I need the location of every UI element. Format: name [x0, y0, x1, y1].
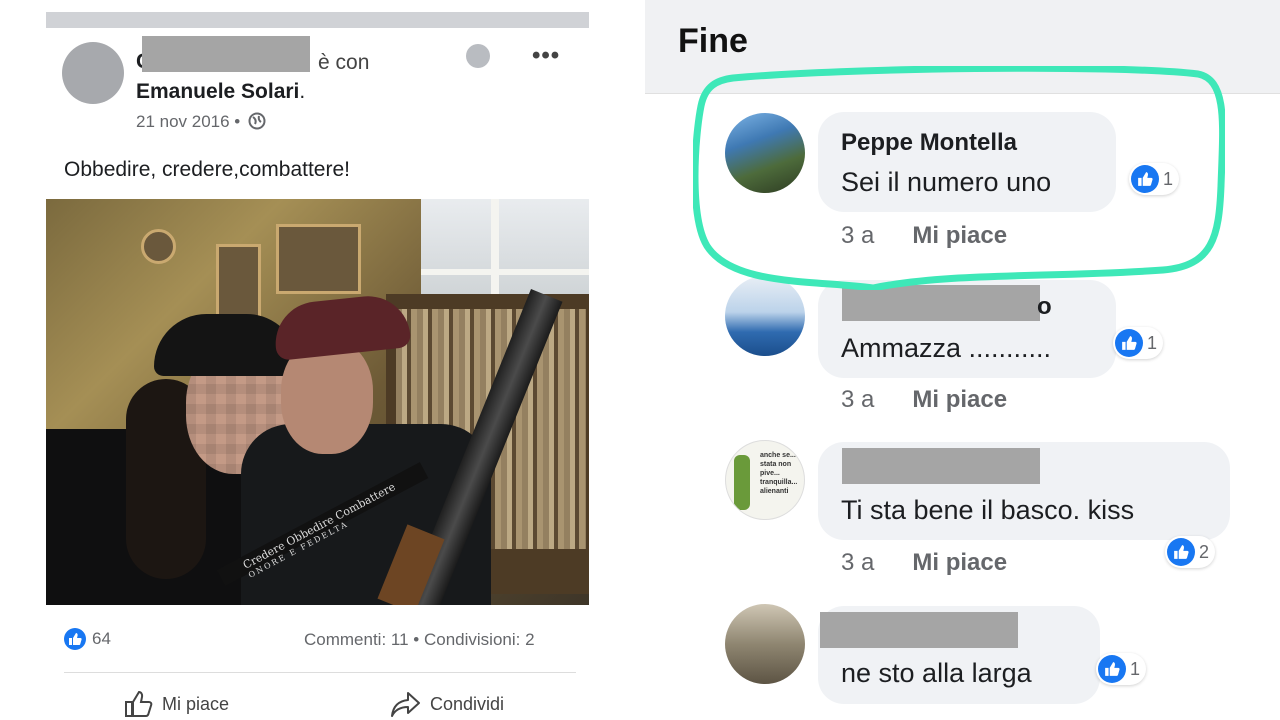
comment-reactions[interactable]: 2: [1165, 536, 1216, 568]
commenter-avatar[interactable]: [725, 604, 805, 684]
comment-meta: 3 a Mi piace: [841, 549, 1007, 577]
author-name-redaction: [142, 36, 310, 72]
comment-age: 3 a: [841, 386, 875, 413]
reaction-count: 1: [1130, 658, 1141, 679]
like-reaction-icon: [1115, 329, 1143, 357]
comment-reactions[interactable]: 1: [1096, 653, 1147, 685]
commenter-name-redaction: [820, 612, 1018, 648]
like-label: Mi piace: [162, 693, 230, 714]
commenter-name-redaction: [842, 285, 1040, 321]
share-arrow-icon: [391, 692, 420, 717]
avatar-figure: [734, 455, 750, 510]
commenter-avatar[interactable]: anche se... stata non pive... tranquilla…: [725, 440, 805, 520]
share-button[interactable]: Condividi: [390, 690, 504, 718]
comment-text: ne sto alla larga: [841, 658, 1032, 688]
like-button[interactable]: Mi piace: [124, 690, 229, 718]
thumbs-up-icon: [125, 690, 153, 717]
reaction-count: 1: [1147, 332, 1158, 353]
comment-like-button[interactable]: Mi piace: [912, 386, 1007, 413]
post-panel: C è con Emanuele Solari. 21 nov 2016 • •…: [0, 0, 640, 720]
like-count-value: 64: [92, 629, 111, 648]
share-label: Condividi: [430, 693, 505, 714]
comment-like-button[interactable]: Mi piace: [912, 549, 1007, 576]
with-text: è con: [318, 51, 370, 74]
post-date[interactable]: 21 nov 2016 •: [136, 112, 266, 132]
commenter-name-redaction: [842, 448, 1040, 484]
shares-count[interactable]: Condivisioni: 2: [424, 630, 535, 649]
tagged-person[interactable]: Emanuele Solari.: [136, 80, 305, 104]
separator-dot: •: [413, 630, 420, 649]
photo-frame: [276, 224, 361, 294]
comment-share-counts[interactable]: Commenti: 11 • Condivisioni: 2: [304, 630, 535, 650]
insights-icon[interactable]: [466, 44, 490, 68]
comment-reactions[interactable]: 1: [1113, 327, 1164, 359]
comment-age: 3 a: [841, 549, 875, 576]
photo-window-frame: [421, 269, 589, 275]
highlight-outline: [693, 66, 1225, 290]
comments-count[interactable]: Commenti: 11: [304, 630, 409, 649]
actions-divider: [64, 672, 576, 673]
author-avatar[interactable]: [62, 42, 124, 104]
avatar-text: anche se... stata non pive... tranquilla…: [760, 452, 798, 495]
comment-text: Ti sta bene il basco. kiss: [841, 495, 1135, 525]
like-count[interactable]: 64: [64, 628, 111, 650]
comments-panel: Fine Peppe Montella Sei il numero uno 1 …: [645, 0, 1280, 720]
post-text: Obbedire, credere,combattere!: [64, 158, 350, 181]
like-reaction-icon: [1167, 538, 1195, 566]
comment-text: Ammazza ...........: [841, 333, 1052, 363]
done-button[interactable]: Fine: [678, 22, 748, 61]
post-photo[interactable]: Credere Obbedire Combattere ONORE E FEDE…: [46, 199, 589, 605]
photo-frame: [141, 229, 176, 264]
commenter-name-tail: o: [1037, 293, 1052, 320]
globe-icon: [248, 112, 266, 130]
top-divider: [46, 12, 589, 28]
like-reaction-icon: [1098, 655, 1126, 683]
comment-meta: 3 a Mi piace: [841, 386, 1007, 414]
like-reaction-icon: [64, 628, 86, 650]
more-options-icon[interactable]: •••: [532, 42, 560, 70]
reaction-count: 2: [1199, 541, 1210, 562]
